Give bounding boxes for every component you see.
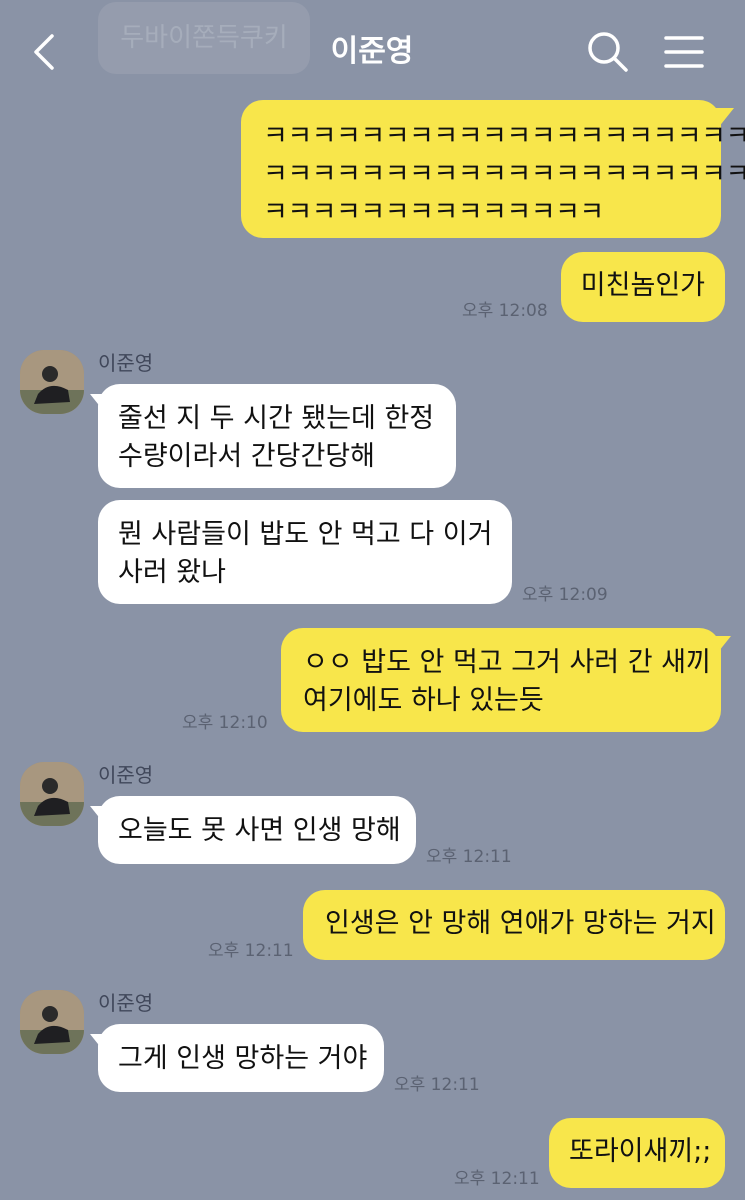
chevron-left-icon — [34, 34, 54, 70]
avatar[interactable] — [20, 762, 84, 826]
my-message-bubble[interactable]: ㅋㅋㅋㅋㅋㅋㅋㅋㅋㅋㅋㅋㅋㅋㅋㅋㅋㅋㅋㅋ ㅋㅋㅋㅋㅋㅋㅋㅋㅋㅋㅋㅋㅋㅋㅋㅋㅋㅋㅋ… — [241, 100, 745, 238]
bubble-tail — [711, 636, 731, 656]
chat-header: 두바이쫀득쿠키 이준영 — [0, 0, 745, 100]
bubble-tail — [90, 1034, 110, 1054]
message-timestamp: 오후 12:10 — [182, 713, 268, 733]
search-button[interactable] — [586, 30, 630, 74]
profile-photo — [20, 350, 84, 414]
avatar[interactable] — [20, 350, 84, 414]
sender-name: 이준영 — [98, 351, 154, 375]
back-button[interactable] — [26, 30, 66, 74]
chat-title: 이준영 — [330, 34, 414, 69]
message-timestamp: 오후 12:08 — [462, 301, 548, 321]
avatar[interactable] — [20, 990, 84, 1054]
their-message-bubble[interactable]: 그게 인생 망하는 거야 — [98, 1024, 384, 1092]
bubble-tail — [90, 806, 110, 826]
my-message-bubble[interactable]: 또라이새끼;; — [549, 1118, 725, 1188]
their-message-bubble[interactable]: 오늘도 못 사면 인생 망해 — [98, 796, 416, 864]
message-timestamp: 오후 12:11 — [426, 847, 512, 867]
message-timestamp: 오후 12:11 — [394, 1075, 480, 1095]
sender-name: 이준영 — [98, 763, 154, 787]
sender-name: 이준영 — [98, 991, 154, 1015]
search-icon — [588, 32, 628, 72]
my-message-bubble[interactable]: 인생은 안 망해 연애가 망하는 거지 — [303, 890, 725, 960]
bubble-tail — [90, 394, 110, 414]
message-timestamp: 오후 12:11 — [208, 941, 294, 961]
profile-photo — [20, 762, 84, 826]
profile-photo — [20, 990, 84, 1054]
hamburger-menu-icon — [664, 36, 704, 68]
their-message-bubble[interactable]: 줄선 지 두 시간 됐는데 한정 수량이라서 간당간당해 — [98, 384, 456, 488]
my-message-bubble[interactable]: ㅇㅇ 밥도 안 먹고 그거 사러 간 새끼 여기에도 하나 있는듯 — [281, 628, 721, 732]
my-message-bubble[interactable]: 미친놈인가 — [560, 252, 725, 322]
their-message-bubble[interactable]: 뭔 사람들이 밥도 안 먹고 다 이거 사러 왔나 — [98, 500, 512, 604]
message-timestamp: 오후 12:09 — [522, 585, 608, 605]
menu-button[interactable] — [662, 34, 706, 70]
message-timestamp: 오후 12:11 — [454, 1169, 540, 1189]
bubble-tail — [714, 108, 734, 128]
